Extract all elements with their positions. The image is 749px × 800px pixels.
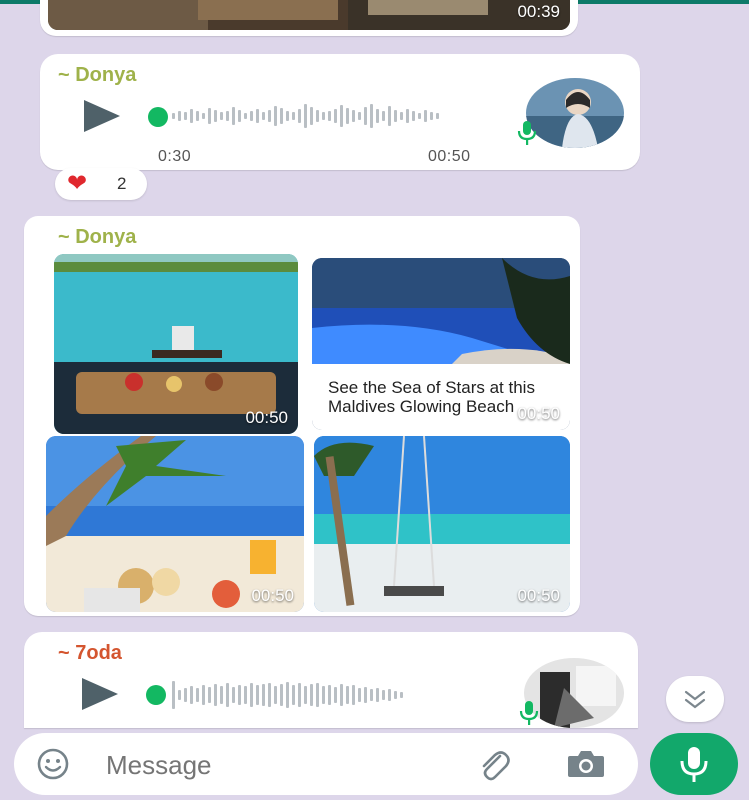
sender-avatar[interactable] <box>526 78 624 148</box>
message-composer[interactable] <box>14 733 638 795</box>
mic-icon <box>680 747 708 782</box>
media-album-bubble[interactable]: ~ Donya 00:50 See the Sea of Stars at th… <box>24 216 580 616</box>
voice-waveform[interactable] <box>172 678 403 712</box>
voice-duration: 00:50 <box>428 148 471 165</box>
voice-waveform[interactable] <box>172 100 439 132</box>
playback-progress-handle[interactable] <box>148 107 168 127</box>
mic-icon <box>519 701 539 725</box>
media-duration: 00:50 <box>245 408 288 427</box>
emoji-icon[interactable] <box>36 747 70 781</box>
top-media-thumbnail[interactable]: 00:39 <box>48 0 570 30</box>
media-duration: 00:50 <box>251 586 294 605</box>
reaction-badge[interactable]: ❤ 2 <box>55 168 147 200</box>
mic-icon <box>517 121 537 145</box>
sender-name[interactable]: ~ 7oda <box>58 642 122 665</box>
double-chevron-down-icon <box>684 690 706 709</box>
album-photo-4[interactable]: 00:50 <box>314 436 570 612</box>
album-photo-1[interactable]: 00:50 <box>54 254 298 434</box>
message-input[interactable] <box>104 743 448 787</box>
voice-message-bubble[interactable]: ~ 7oda <box>24 632 638 728</box>
top-media-bubble[interactable]: 00:39 <box>40 0 578 36</box>
media-duration: 00:39 <box>517 2 560 21</box>
voice-elapsed-time: 0:30 <box>158 148 192 165</box>
scroll-to-bottom-button[interactable] <box>666 676 724 722</box>
album-photo-3[interactable]: 00:50 <box>46 436 304 612</box>
media-duration: 00:50 <box>517 586 560 605</box>
reaction-count: 2 <box>117 174 127 193</box>
playback-progress-handle[interactable] <box>146 685 166 705</box>
heart-icon: ❤ <box>67 170 88 197</box>
paperclip-icon[interactable] <box>474 744 514 784</box>
sender-name[interactable]: ~ Donya <box>58 64 136 87</box>
camera-icon[interactable] <box>564 744 608 784</box>
voice-message-bubble[interactable]: ~ Donya 0:30 00:50 <box>40 54 640 170</box>
album-photo-2[interactable]: See the Sea of Stars at this Maldives Gl… <box>312 258 570 430</box>
voice-record-button[interactable] <box>650 733 738 795</box>
sender-name[interactable]: ~ Donya <box>58 226 136 249</box>
play-icon[interactable] <box>84 100 120 132</box>
play-icon[interactable] <box>82 678 118 710</box>
media-duration: 00:50 <box>517 404 560 423</box>
